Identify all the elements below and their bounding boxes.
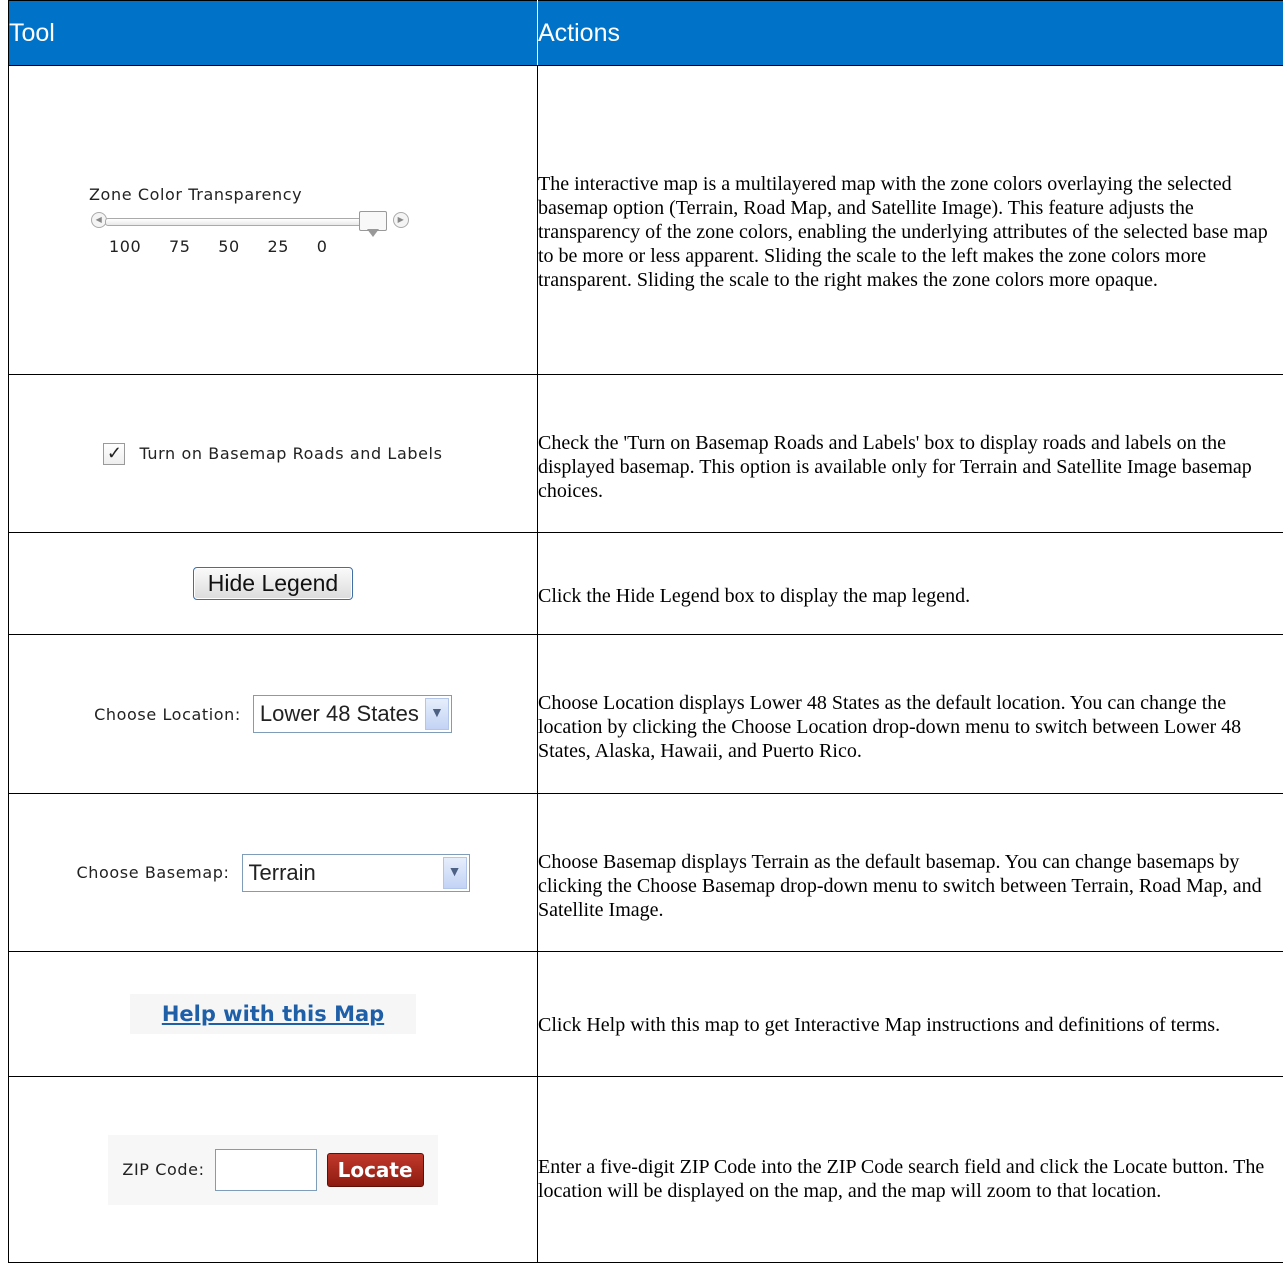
tool-cell-legend: Hide Legend (8, 532, 538, 635)
tick-label: 50 (218, 237, 240, 256)
tick-label: 0 (316, 237, 328, 256)
action-text: Click Help with this map to get Interact… (537, 951, 1283, 1077)
tick-label: 75 (169, 237, 191, 256)
slider-title: Zone Color Transparency (89, 185, 303, 204)
choose-location-select[interactable]: Lower 48 States ▼ (252, 695, 452, 733)
choose-basemap-label: Choose Basemap: (76, 863, 230, 882)
tool-cell-help: Help with this Map (8, 951, 538, 1077)
zip-search-group: ZIP Code: Locate (108, 1134, 438, 1205)
zip-code-input[interactable] (214, 1148, 317, 1191)
action-text: Choose Location displays Lower 48 States… (537, 634, 1283, 794)
arrow-right-icon[interactable]: ▶ (393, 212, 409, 228)
checkmark-icon: ✓ (106, 443, 122, 463)
tick-label: 25 (267, 237, 290, 256)
header-actions: Actions (537, 0, 1283, 66)
choose-location-label: Choose Location: (94, 704, 241, 724)
choose-basemap-value: Terrain (248, 859, 316, 885)
tool-cell-transparency: Zone Color Transparency ◀ ▶ 100 75 50 25… (8, 65, 538, 375)
tool-cell-basemap: Choose Basemap: Terrain ▼ (8, 793, 538, 952)
tool-cell-zip: ZIP Code: Locate (8, 1076, 538, 1263)
action-text: Check the 'Turn on Basemap Roads and Lab… (537, 374, 1283, 533)
tool-cell-checkbox: ✓ Turn on Basemap Roads and Labels (8, 374, 538, 533)
choose-location-value: Lower 48 States (259, 701, 419, 726)
checkbox-label: Turn on Basemap Roads and Labels (139, 444, 443, 463)
header-tool: Tool (8, 0, 538, 66)
action-text: The interactive map is a multilayered ma… (537, 65, 1283, 375)
tool-cell-location: Choose Location: Lower 48 States ▼ (8, 634, 538, 794)
action-text: Choose Basemap displays Terrain as the d… (537, 793, 1283, 952)
chevron-down-icon[interactable]: ▼ (424, 698, 449, 730)
slider-ticks: 100 75 50 25 0 (109, 237, 350, 256)
locate-button[interactable]: Locate (326, 1152, 424, 1187)
transparency-slider[interactable]: Zone Color Transparency ◀ ▶ 100 75 50 25… (83, 175, 463, 265)
slider-thumb[interactable] (359, 211, 387, 237)
tools-table: Tool Actions Zone Color Transparency ◀ ▶… (8, 0, 1283, 1263)
action-text: Enter a five-digit ZIP Code into the ZIP… (537, 1076, 1283, 1263)
help-with-map-link[interactable]: Help with this Map (162, 1002, 384, 1026)
choose-basemap-group: Choose Basemap: Terrain ▼ (76, 853, 470, 892)
roads-labels-checkbox[interactable]: ✓ (103, 442, 126, 465)
slider-track[interactable] (105, 218, 377, 226)
hide-legend-button[interactable]: Hide Legend (192, 567, 354, 600)
choose-location-group: Choose Location: Lower 48 States ▼ (94, 695, 452, 733)
roads-labels-option: ✓ Turn on Basemap Roads and Labels (103, 442, 443, 465)
zip-label: ZIP Code: (122, 1160, 205, 1179)
action-text: Click the Hide Legend box to display the… (537, 532, 1283, 635)
help-link-area: Help with this Map (129, 994, 417, 1034)
chevron-down-icon[interactable]: ▼ (442, 856, 467, 889)
tick-label: 100 (109, 237, 142, 256)
choose-basemap-select[interactable]: Terrain ▼ (241, 853, 470, 892)
